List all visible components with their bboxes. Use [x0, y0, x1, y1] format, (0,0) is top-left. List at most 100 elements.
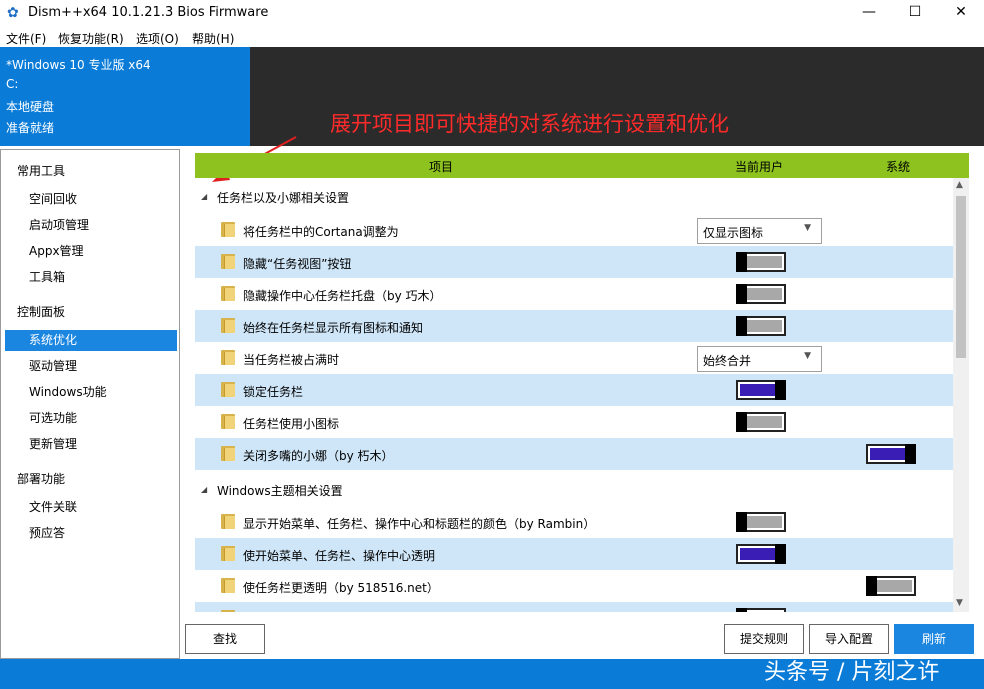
header-item[interactable]: 项目	[429, 158, 453, 175]
row-label: 将任务栏中的Cortana调整为	[243, 225, 399, 239]
annotation-banner: 展开项目即可快捷的对系统进行设置和优化	[250, 47, 984, 146]
disk-type: 本地硬盘	[6, 100, 55, 114]
list-item[interactable]: 隐藏“任务视图”按钮	[195, 246, 953, 278]
menu-restore[interactable]: 恢复功能(R)	[58, 30, 124, 47]
nav-item-toolbox[interactable]: 工具箱	[5, 267, 177, 288]
nav-item-appx-manager[interactable]: Appx管理	[5, 241, 177, 262]
folder-icon	[221, 514, 235, 529]
header-system[interactable]: 系统	[886, 158, 910, 175]
cortana-mode-dropdown[interactable]: 仅显示图标 ▼	[697, 218, 822, 244]
folder-icon	[221, 578, 235, 593]
nav-group-deployment: 部署功能	[17, 472, 66, 486]
nav-item-file-association[interactable]: 文件关联	[5, 497, 177, 518]
folder-icon	[221, 350, 235, 365]
toggle-switch[interactable]	[736, 608, 786, 612]
nav-item-startup-manager[interactable]: 启动项管理	[5, 215, 177, 236]
app-gear-icon: ✿	[7, 5, 19, 21]
list-item[interactable]: 隐藏操作中心任务栏托盘（by 巧木）	[195, 278, 953, 310]
find-button[interactable]: 查找	[185, 624, 265, 654]
collapse-triangle-icon[interactable]: ◢	[201, 485, 207, 494]
os-name: *Windows 10 专业版 x64	[6, 58, 151, 72]
folder-icon	[221, 254, 235, 269]
folder-icon	[221, 318, 235, 333]
vertical-scrollbar[interactable]: ▲ ▼	[953, 178, 969, 612]
list-item[interactable]: 关闭多嘴的小娜（by 朽木）	[195, 438, 953, 470]
scroll-up-icon[interactable]: ▲	[956, 180, 963, 190]
toggle-switch[interactable]	[736, 316, 786, 336]
section-taskbar-cortana[interactable]: ◢ 任务栏以及小娜相关设置	[195, 180, 953, 212]
list-item[interactable]: 使任务栏更透明（by 518516.net）	[195, 570, 953, 602]
toggle-switch[interactable]	[866, 576, 916, 596]
session-info-panel[interactable]: *Windows 10 专业版 x64 C: 本地硬盘 准备就绪	[0, 47, 250, 146]
list-item[interactable]: 始终在任务栏显示所有图标和通知	[195, 310, 953, 342]
row-label: 关闭多嘴的小娜（by 朽木）	[243, 449, 394, 463]
folder-icon	[221, 286, 235, 301]
nav-item-update-manager[interactable]: 更新管理	[5, 434, 177, 455]
session-status: 准备就绪	[6, 121, 55, 135]
watermark-text: 头条号 / 片刻之许	[764, 660, 940, 685]
list-item[interactable]: 锁定任务栏	[195, 374, 953, 406]
header-current-user[interactable]: 当前用户	[735, 158, 783, 175]
nav-item-system-optimization[interactable]: 系统优化	[5, 330, 177, 351]
row-label: 使开始菜单、任务栏、操作中心透明	[243, 549, 436, 563]
nav-item-unattend[interactable]: 预应答	[5, 523, 177, 544]
row-label: 隐藏操作中心任务栏托盘（by 巧木）	[243, 289, 442, 303]
folder-icon	[221, 414, 235, 429]
nav-item-driver-manager[interactable]: 驱动管理	[5, 356, 177, 377]
menu-file[interactable]: 文件(F)	[6, 30, 46, 47]
annotation-text: 展开项目即可快捷的对系统进行设置和优化	[330, 112, 729, 136]
drive-letter: C:	[6, 77, 19, 91]
menu-bar: 文件(F) 恢复功能(R) 选项(O) 帮助(H)	[0, 27, 984, 47]
window-title: Dism++x64 10.1.21.3 Bios Firmware	[28, 5, 269, 20]
list-item[interactable]: 当任务栏被占满时 始终合并 ▼	[195, 342, 953, 374]
folder-icon	[221, 222, 235, 237]
row-label: 隐藏“任务视图”按钮	[243, 257, 352, 271]
row-label: 当任务栏被占满时	[243, 353, 340, 367]
folder-icon	[221, 610, 235, 612]
nav-item-space-recovery[interactable]: 空间回收	[5, 189, 177, 210]
import-config-button[interactable]: 导入配置	[809, 624, 889, 654]
toggle-switch[interactable]	[736, 544, 786, 564]
row-label: 任务栏使用小图标	[243, 417, 340, 431]
nav-group-common-tools: 常用工具	[17, 164, 66, 178]
toggle-switch[interactable]	[736, 380, 786, 400]
collapse-triangle-icon[interactable]: ◢	[201, 192, 207, 201]
section-label: 任务栏以及小娜相关设置	[217, 191, 350, 205]
scroll-down-icon[interactable]: ▼	[956, 598, 963, 608]
section-windows-theme[interactable]: ◢ Windows主题相关设置	[195, 473, 953, 505]
menu-options[interactable]: 选项(O)	[136, 30, 179, 47]
refresh-button[interactable]: 刷新	[894, 624, 974, 654]
menu-help[interactable]: 帮助(H)	[192, 30, 234, 47]
nav-group-control-panel: 控制面板	[17, 305, 66, 319]
list-item[interactable]: 显示开始菜单、任务栏、操作中心和标题栏的颜色（by Rambin）	[195, 506, 953, 538]
row-label: 锁定任务栏	[243, 385, 304, 399]
table-header: 项目 当前用户 系统	[195, 153, 969, 178]
close-button[interactable]: ✕	[938, 0, 984, 26]
list-item[interactable]: 将任务栏中的Cortana调整为 仅显示图标 ▼	[195, 214, 953, 246]
row-label: 始终在任务栏显示所有图标和通知	[243, 321, 424, 335]
chevron-down-icon: ▼	[804, 223, 811, 233]
list-item[interactable]: 使开始菜单、任务栏、操作中心透明	[195, 538, 953, 570]
nav-item-optional-features[interactable]: 可选功能	[5, 408, 177, 429]
folder-icon	[221, 446, 235, 461]
dropdown-value: 始终合并	[703, 354, 752, 368]
toggle-switch[interactable]	[736, 512, 786, 532]
toggle-switch[interactable]	[736, 412, 786, 432]
settings-list: ◢ 任务栏以及小娜相关设置 将任务栏中的Cortana调整为 仅显示图标 ▼ 隐…	[195, 178, 953, 612]
maximize-button[interactable]: ☐	[892, 0, 938, 26]
toggle-switch[interactable]	[866, 444, 916, 464]
toggle-switch[interactable]	[736, 284, 786, 304]
scroll-thumb[interactable]	[956, 196, 966, 358]
minimize-button[interactable]: —	[846, 0, 892, 26]
section-label: Windows主题相关设置	[217, 484, 343, 498]
sidebar: 常用工具 空间回收 启动项管理 Appx管理 工具箱 控制面板 系统优化 驱动管…	[0, 149, 180, 659]
folder-icon	[221, 382, 235, 397]
title-bar: ✿ Dism++x64 10.1.21.3 Bios Firmware — ☐ …	[0, 0, 984, 26]
taskbar-combine-dropdown[interactable]: 始终合并 ▼	[697, 346, 822, 372]
toggle-switch[interactable]	[736, 252, 786, 272]
list-item-partial[interactable]	[195, 602, 953, 612]
list-item[interactable]: 任务栏使用小图标	[195, 406, 953, 438]
row-label: 显示开始菜单、任务栏、操作中心和标题栏的颜色（by Rambin）	[243, 517, 596, 531]
nav-item-windows-features[interactable]: Windows功能	[5, 382, 177, 403]
submit-rules-button[interactable]: 提交规则	[724, 624, 804, 654]
